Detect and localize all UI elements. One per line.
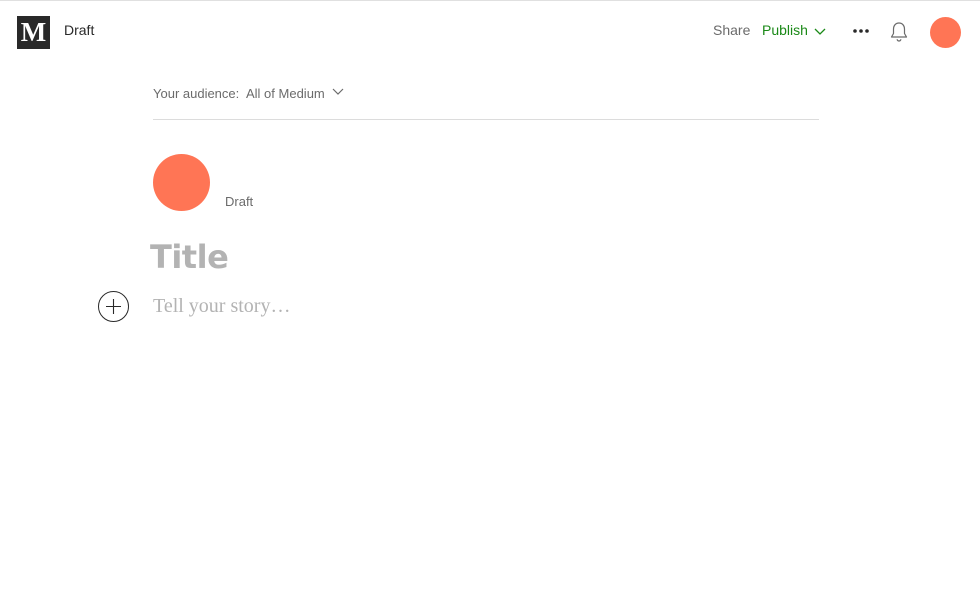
publish-button[interactable]: Publish — [762, 22, 826, 38]
share-button[interactable]: Share — [713, 22, 750, 38]
author-draft-status: Draft — [225, 194, 254, 209]
publish-label: Publish — [762, 22, 808, 38]
more-options-button[interactable] — [851, 23, 871, 39]
top-bar: M Draft Share Publish — [0, 0, 980, 62]
audience-dropdown[interactable]: All of Medium — [246, 84, 344, 101]
author-avatar — [153, 154, 210, 211]
medium-logo[interactable]: M — [17, 16, 50, 49]
chevron-down-icon — [325, 85, 344, 100]
notifications-button[interactable] — [889, 21, 909, 43]
user-avatar[interactable] — [930, 17, 961, 48]
audience-value: All of Medium — [246, 86, 325, 101]
audience-selector-row: Your audience: All of Medium — [153, 84, 819, 120]
bell-icon — [889, 22, 909, 47]
title-input[interactable]: Title — [150, 238, 229, 276]
add-content-button[interactable] — [98, 291, 129, 322]
chevron-down-icon — [814, 24, 826, 36]
draft-status-label: Draft — [64, 22, 95, 38]
more-horizontal-icon — [851, 26, 871, 43]
story-body-input[interactable]: Tell your story… — [153, 295, 290, 318]
audience-label: Your audience: — [153, 86, 240, 101]
